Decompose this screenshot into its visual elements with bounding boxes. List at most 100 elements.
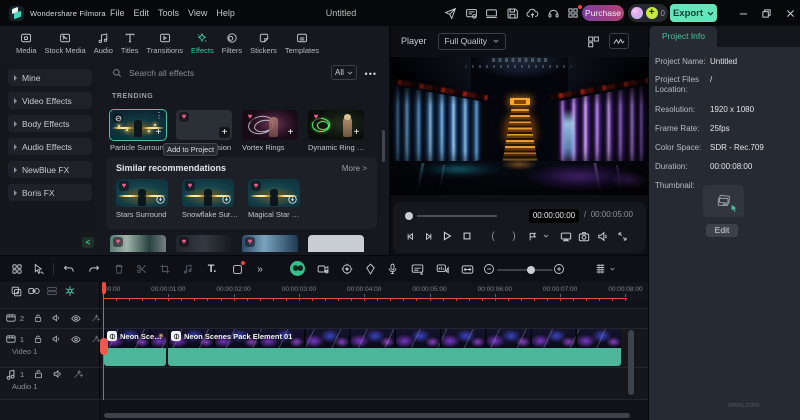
effect-card-partial[interactable]: ♥ xyxy=(110,235,166,252)
support-icon[interactable] xyxy=(547,7,560,20)
quality-dropdown[interactable]: Full Quality xyxy=(437,32,506,50)
effect-card-particle-surround[interactable]: ⋮ + Particle Surround xyxy=(109,109,168,152)
add-credits-button[interactable]: + xyxy=(645,7,658,19)
save-icon[interactable] xyxy=(506,7,519,20)
filter-all-dropdown[interactable]: All xyxy=(331,65,357,80)
redo-icon[interactable] xyxy=(87,262,101,276)
effect-card-stars-surround[interactable]: ♥ Stars Surround xyxy=(116,179,168,219)
render-preview-button[interactable] xyxy=(524,231,540,242)
timeline-vertical-scrollbar[interactable] xyxy=(628,330,634,395)
download-icon[interactable] xyxy=(288,195,297,204)
timeline-clip-neon-scenes-pack[interactable]: Neon Scenes Pack Element 01 xyxy=(168,329,621,366)
timeline-horizontal-scrollbar[interactable] xyxy=(104,413,630,418)
export-button[interactable]: Export xyxy=(670,4,717,22)
project-settings-icon[interactable] xyxy=(465,7,478,20)
screen-record-icon[interactable] xyxy=(230,261,245,276)
text-tool[interactable]: T. xyxy=(205,262,219,276)
close-button[interactable] xyxy=(779,0,800,26)
add-effect-button[interactable]: + xyxy=(285,127,296,138)
sidebar-item-mine[interactable]: Mine xyxy=(8,69,92,86)
tab-filters[interactable]: Filters xyxy=(218,32,246,55)
track-lane-audio1[interactable] xyxy=(101,367,648,399)
cloud-upload-icon[interactable] xyxy=(526,7,539,20)
render-options-chevron-icon[interactable] xyxy=(542,234,550,238)
grid-overlay-icon[interactable] xyxy=(587,35,600,48)
scopes-button[interactable] xyxy=(609,33,629,49)
seek-handle[interactable] xyxy=(405,212,413,220)
crop-icon[interactable] xyxy=(158,262,172,276)
mark-out-button[interactable]: ) xyxy=(506,231,522,242)
play-button[interactable] xyxy=(439,230,455,242)
undo-icon[interactable] xyxy=(62,262,76,276)
effect-card-partial[interactable] xyxy=(308,235,364,252)
tab-audio[interactable]: Audio xyxy=(90,32,117,55)
volume-button[interactable] xyxy=(595,231,611,242)
sidebar-item-body-effects[interactable]: Body Effects xyxy=(8,115,92,132)
tab-stock-media[interactable]: Stock Media xyxy=(40,32,89,55)
add-track-icon[interactable] xyxy=(11,286,22,297)
restore-button[interactable] xyxy=(755,0,777,26)
effects-scrollbar[interactable] xyxy=(382,130,385,162)
minimize-button[interactable] xyxy=(732,0,754,26)
tab-templates[interactable]: Templates xyxy=(281,32,323,55)
motion-track-icon[interactable] xyxy=(340,262,354,276)
download-icon[interactable] xyxy=(156,195,165,204)
more-link[interactable]: More > xyxy=(342,164,367,173)
edit-button[interactable]: Edit xyxy=(706,224,738,237)
stop-button[interactable] xyxy=(459,231,475,241)
delete-icon[interactable] xyxy=(112,262,126,276)
mirror-display-button[interactable] xyxy=(558,231,574,242)
menu-edit[interactable]: Edit xyxy=(134,5,150,21)
track-lane-video2[interactable] xyxy=(101,308,648,328)
playhead-head[interactable] xyxy=(101,282,106,294)
select-tool-icon[interactable] xyxy=(32,262,46,276)
snapshot-button[interactable] xyxy=(576,231,592,242)
timeline-clip-neon-scenes[interactable]: Neon Scenes xyxy=(104,329,166,366)
more-tools[interactable]: » xyxy=(253,262,267,276)
project-thumbnail[interactable] xyxy=(703,185,744,217)
effect-card-dynamic-ring[interactable]: ♥ + Dynamic Ring Universe xyxy=(308,110,366,152)
share-icon[interactable] xyxy=(444,7,457,20)
track-manager-chevron-icon[interactable] xyxy=(608,262,616,276)
link-clips-icon[interactable] xyxy=(28,286,40,296)
current-timecode[interactable]: 00:00:00:00 xyxy=(529,209,579,223)
video-preview[interactable] xyxy=(391,57,648,195)
seek-track[interactable] xyxy=(417,215,497,217)
fullscreen-button[interactable] xyxy=(614,231,630,242)
effect-card-vortex-rings[interactable]: ♥ + Vortex Rings xyxy=(242,110,298,152)
display-icon[interactable] xyxy=(485,7,498,20)
track-manager-icon[interactable] xyxy=(593,262,607,276)
sidebar-item-newblue-fx[interactable]: NewBlue FX xyxy=(8,161,92,178)
keyframe-icon[interactable] xyxy=(363,262,377,276)
more-options-icon[interactable]: ••• xyxy=(365,69,377,79)
menu-file[interactable]: File xyxy=(110,5,125,21)
apps-grid-icon[interactable] xyxy=(567,4,582,20)
timeline-zoom-slider[interactable] xyxy=(497,265,553,274)
menu-view[interactable]: View xyxy=(188,5,207,21)
snap-toggle-icon[interactable] xyxy=(64,285,76,297)
timeline-ruler[interactable]: 00:00 00:00:01:00 00:00:02:00 00:00:03:00 00… xyxy=(101,282,648,301)
tab-media[interactable]: Media xyxy=(12,32,40,55)
effect-card-partial[interactable]: ♥ xyxy=(242,235,298,252)
effect-card-snowflake-surround[interactable]: ♥ Snowflake Surround xyxy=(182,179,238,219)
purchase-button[interactable]: Purchase xyxy=(582,5,624,21)
zoom-in-icon[interactable] xyxy=(552,262,566,276)
add-effect-button[interactable]: + xyxy=(153,127,164,138)
add-effect-button[interactable]: + xyxy=(219,127,230,138)
mark-in-button[interactable]: ( xyxy=(485,231,501,242)
add-effect-button[interactable]: + xyxy=(351,127,362,138)
audio-mixer-icon[interactable] xyxy=(435,262,449,276)
tab-titles[interactable]: Titles xyxy=(117,32,143,55)
voiceover-mic-icon[interactable] xyxy=(385,262,399,276)
split-icon[interactable] xyxy=(135,262,149,276)
ai-mask-tool-icon[interactable] xyxy=(290,261,305,276)
previous-frame-button[interactable] xyxy=(402,231,418,242)
menu-help[interactable]: Help xyxy=(216,5,235,21)
tab-stickers[interactable]: Stickers xyxy=(246,32,281,55)
next-frame-button[interactable] xyxy=(420,231,436,242)
track-rows-icon[interactable] xyxy=(46,286,58,296)
media-layout-icon[interactable] xyxy=(10,262,24,276)
effect-card-magical-star[interactable]: ♥ Magical Star Surround xyxy=(248,179,304,219)
auto-ripple-icon[interactable] xyxy=(460,262,474,276)
zoom-out-icon[interactable] xyxy=(482,262,496,276)
